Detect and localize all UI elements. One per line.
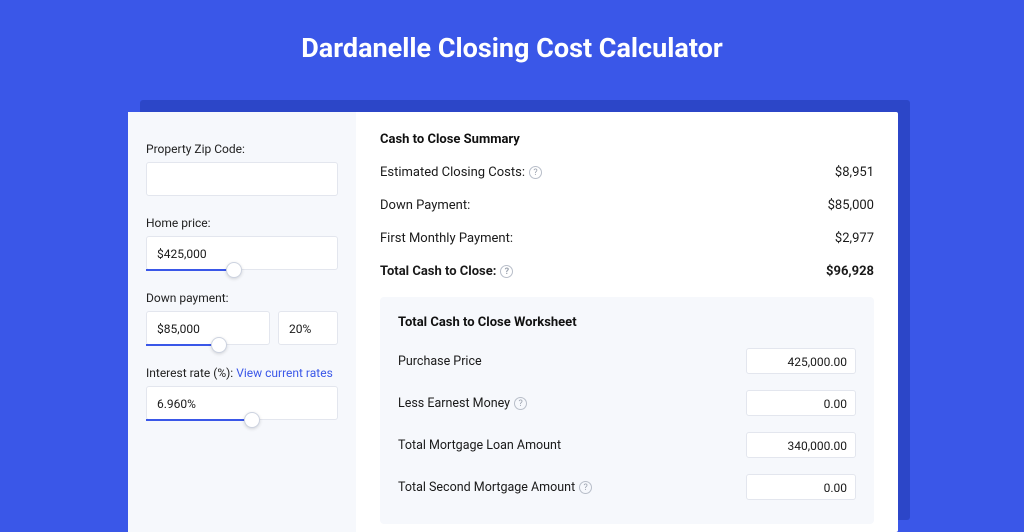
worksheet-value-input[interactable]: 340,000.00 — [746, 432, 856, 458]
summary-row: Down Payment: $85,000 — [380, 198, 874, 213]
zip-input[interactable] — [146, 162, 338, 196]
worksheet-title: Total Cash to Close Worksheet — [398, 315, 856, 330]
page-title: Dardanelle Closing Cost Calculator — [0, 0, 1024, 90]
worksheet-value-input[interactable]: 0.00 — [746, 390, 856, 416]
home-price-slider[interactable] — [146, 269, 234, 271]
down-payment-slider[interactable] — [146, 344, 219, 346]
summary-row-value: $85,000 — [828, 198, 874, 213]
worksheet-row-label: Total Mortgage Loan Amount — [398, 438, 561, 453]
results-panel: Cash to Close Summary Estimated Closing … — [356, 112, 898, 532]
summary-row: First Monthly Payment: $2,977 — [380, 231, 874, 246]
summary-row-label: Total Cash to Close:? — [380, 264, 513, 279]
zip-label: Property Zip Code: — [146, 142, 338, 156]
worksheet-row: Total Second Mortgage Amount? 0.00 — [398, 474, 856, 500]
interest-label-text: Interest rate (%): — [146, 366, 233, 380]
down-payment-section: Down payment: $85,000 20% — [146, 291, 338, 346]
slider-thumb-icon[interactable] — [226, 262, 242, 278]
worksheet-row-label: Less Earnest Money? — [398, 396, 527, 411]
worksheet-panel: Total Cash to Close Worksheet Purchase P… — [380, 297, 874, 524]
worksheet-row: Less Earnest Money? 0.00 — [398, 390, 856, 416]
summary-row-label: First Monthly Payment: — [380, 231, 513, 246]
help-icon[interactable]: ? — [500, 265, 513, 278]
interest-section: Interest rate (%): View current rates 6.… — [146, 366, 338, 421]
help-icon[interactable]: ? — [529, 166, 542, 179]
summary-row: Total Cash to Close:? $96,928 — [380, 264, 874, 279]
home-price-section: Home price: $425,000 — [146, 216, 338, 271]
down-payment-pct-input[interactable]: 20% — [278, 311, 338, 345]
worksheet-row: Total Mortgage Loan Amount 340,000.00 — [398, 432, 856, 458]
help-icon[interactable]: ? — [579, 481, 592, 494]
home-price-label: Home price: — [146, 216, 338, 230]
view-rates-link[interactable]: View current rates — [236, 366, 333, 380]
calculator-card: Property Zip Code: Home price: $425,000 … — [128, 112, 898, 532]
worksheet-row: Purchase Price 425,000.00 — [398, 348, 856, 374]
down-payment-label: Down payment: — [146, 291, 338, 305]
summary-row: Estimated Closing Costs:? $8,951 — [380, 165, 874, 180]
summary-title: Cash to Close Summary — [380, 132, 874, 147]
help-icon[interactable]: ? — [514, 397, 527, 410]
down-payment-input[interactable]: $85,000 — [146, 311, 270, 345]
inputs-sidebar: Property Zip Code: Home price: $425,000 … — [128, 112, 356, 532]
interest-input[interactable]: 6.960% — [146, 386, 338, 420]
zip-section: Property Zip Code: — [146, 142, 338, 196]
slider-thumb-icon[interactable] — [211, 337, 227, 353]
worksheet-row-label: Total Second Mortgage Amount? — [398, 480, 592, 495]
summary-row-value: $2,977 — [835, 231, 874, 246]
summary-row-label: Down Payment: — [380, 198, 470, 213]
worksheet-row-label: Purchase Price — [398, 354, 482, 369]
slider-thumb-icon[interactable] — [244, 412, 260, 428]
home-price-input[interactable]: $425,000 — [146, 236, 338, 270]
worksheet-value-input[interactable]: 0.00 — [746, 474, 856, 500]
summary-row-value: $8,951 — [835, 165, 874, 180]
interest-label: Interest rate (%): View current rates — [146, 366, 338, 380]
summary-row-value: $96,928 — [826, 264, 874, 279]
worksheet-value-input[interactable]: 425,000.00 — [746, 348, 856, 374]
summary-row-label: Estimated Closing Costs:? — [380, 165, 542, 180]
interest-slider[interactable] — [146, 419, 252, 421]
